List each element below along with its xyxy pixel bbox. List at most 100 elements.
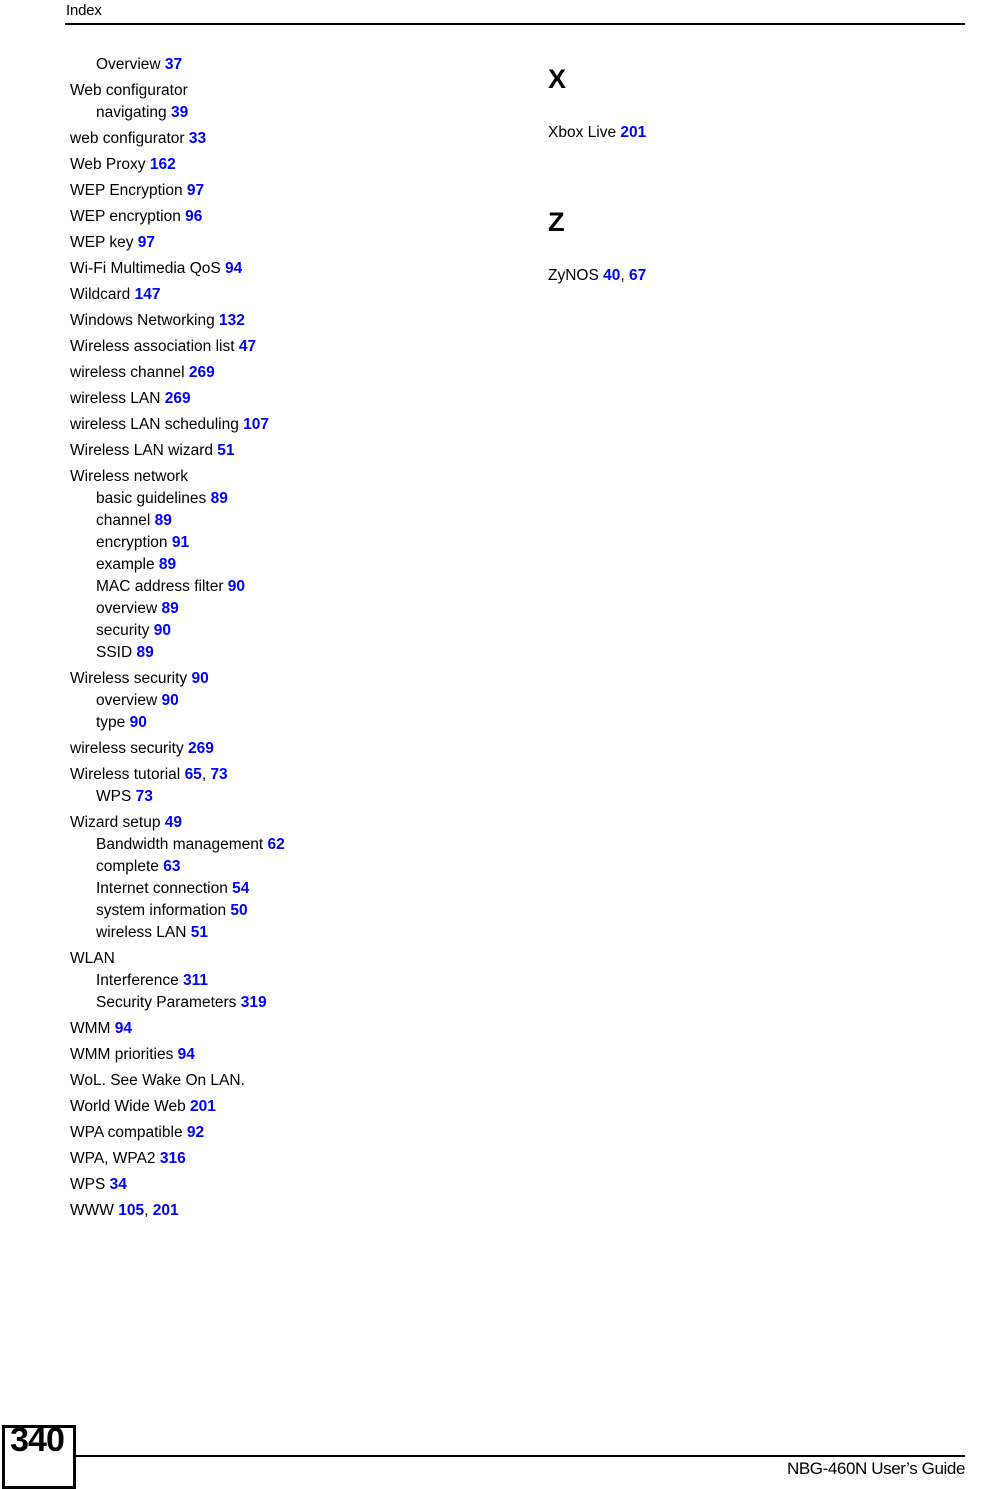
index-page-link[interactable]: 147 bbox=[135, 286, 161, 303]
index-entry: example 89 bbox=[70, 556, 510, 573]
index-page-link[interactable]: 34 bbox=[110, 1176, 127, 1193]
index-entry-label: Xbox Live bbox=[548, 124, 617, 141]
index-entry-label: WPA compatible bbox=[70, 1124, 183, 1141]
index-page-link[interactable]: 90 bbox=[228, 578, 245, 595]
index-entry-label: SSID bbox=[96, 644, 133, 661]
index-page-link[interactable]: 90 bbox=[161, 692, 178, 709]
index-entry-label: Wildcard bbox=[70, 286, 131, 303]
index-page-link[interactable]: 97 bbox=[187, 182, 204, 199]
index-page-link[interactable]: 91 bbox=[172, 534, 189, 551]
index-page-link[interactable]: 47 bbox=[239, 338, 256, 355]
index-entry: overview 89 bbox=[70, 600, 510, 617]
index-page-link[interactable]: 132 bbox=[219, 312, 245, 329]
index-page-link[interactable]: 201 bbox=[620, 124, 646, 141]
index-page-link[interactable]: 105 bbox=[118, 1202, 144, 1219]
index-entry-label: Web configurator bbox=[70, 82, 188, 99]
index-page-link[interactable]: 94 bbox=[178, 1046, 195, 1063]
index-page-link[interactable]: 90 bbox=[130, 714, 147, 731]
index-page-link[interactable]: 89 bbox=[211, 490, 228, 507]
index-page-link[interactable]: 50 bbox=[230, 902, 247, 919]
index-entry: system information 50 bbox=[70, 902, 510, 919]
index-page-link[interactable]: 89 bbox=[137, 644, 154, 661]
index-entry-label: WEP key bbox=[70, 234, 134, 251]
index-entry-label: MAC address filter bbox=[96, 578, 224, 595]
index-entry-label: type bbox=[96, 714, 126, 731]
index-entry-label: Interference bbox=[96, 972, 179, 989]
index-page-link[interactable]: 162 bbox=[150, 156, 176, 173]
index-entry-label: basic guidelines bbox=[96, 490, 207, 507]
index-entry: basic guidelines 89 bbox=[70, 490, 510, 507]
index-entry: type 90 bbox=[70, 714, 510, 731]
index-entry-label: web configurator bbox=[70, 130, 185, 147]
index-entry: Internet connection 54 bbox=[70, 880, 510, 897]
index-entry: Security Parameters 319 bbox=[70, 994, 510, 1011]
index-page-link[interactable]: 65 bbox=[185, 766, 202, 783]
index-entry-label: overview bbox=[96, 600, 158, 617]
index-entry-label: overview bbox=[96, 692, 158, 709]
index-page-link[interactable]: 33 bbox=[189, 130, 206, 147]
index-page-link[interactable]: 319 bbox=[241, 994, 267, 1011]
index-page-link[interactable]: 51 bbox=[217, 442, 234, 459]
index-entry: WEP key 97 bbox=[70, 234, 510, 251]
index-entry: SSID 89 bbox=[70, 644, 510, 661]
index-page-link[interactable]: 89 bbox=[155, 512, 172, 529]
index-entry-label: wireless security bbox=[70, 740, 184, 757]
index-page-link[interactable]: 63 bbox=[163, 858, 180, 875]
index-entry: Bandwidth management 62 bbox=[70, 836, 510, 853]
index-entry-label: Wireless LAN wizard bbox=[70, 442, 213, 459]
index-entry: wireless channel 269 bbox=[70, 364, 510, 381]
index-page-link[interactable]: 67 bbox=[629, 267, 646, 284]
index-page-link[interactable]: 269 bbox=[188, 740, 214, 757]
index-page-link[interactable]: 73 bbox=[136, 788, 153, 805]
index-page-link[interactable]: 89 bbox=[159, 556, 176, 573]
index-page-link[interactable]: 92 bbox=[187, 1124, 204, 1141]
index-entry-label: WMM priorities bbox=[70, 1046, 174, 1063]
header-divider bbox=[65, 23, 965, 25]
index-entry-label: Bandwidth management bbox=[96, 836, 264, 853]
index-page-link[interactable]: 269 bbox=[165, 390, 191, 407]
index-page-link[interactable]: 90 bbox=[154, 622, 171, 639]
index-entry: navigating 39 bbox=[70, 104, 510, 121]
index-entry-label: example bbox=[96, 556, 155, 573]
index-entry: complete 63 bbox=[70, 858, 510, 875]
index-page-link[interactable]: 62 bbox=[267, 836, 284, 853]
index-page-link[interactable]: 96 bbox=[185, 208, 202, 225]
index-page-link[interactable]: 316 bbox=[160, 1150, 186, 1167]
index-page-link[interactable]: 311 bbox=[183, 972, 208, 989]
index-entry: Windows Networking 132 bbox=[70, 312, 510, 329]
index-page-link[interactable]: 97 bbox=[138, 234, 155, 251]
index-entry: Wi-Fi Multimedia QoS 94 bbox=[70, 260, 510, 277]
index-entry-label: WWW bbox=[70, 1202, 114, 1219]
index-entry: Interference 311 bbox=[70, 972, 510, 989]
index-entry-label: wireless LAN bbox=[70, 390, 161, 407]
index-page-link[interactable]: 39 bbox=[171, 104, 188, 121]
index-page-link[interactable]: 89 bbox=[161, 600, 178, 617]
index-entry-label: Web Proxy bbox=[70, 156, 146, 173]
index-page-link[interactable]: 49 bbox=[165, 814, 182, 831]
index-entry: Wireless network bbox=[70, 468, 510, 485]
index-entry: Xbox Live 201 bbox=[548, 124, 948, 141]
page-title: Index bbox=[66, 2, 102, 19]
index-page-link[interactable]: 73 bbox=[210, 766, 227, 783]
index-entry-label: system information bbox=[96, 902, 227, 919]
index-page-link[interactable]: 54 bbox=[232, 880, 249, 897]
index-page-link[interactable]: 37 bbox=[165, 56, 182, 73]
index-page-link[interactable]: 94 bbox=[115, 1020, 132, 1037]
index-entry: security 90 bbox=[70, 622, 510, 639]
index-entry-label: WPS bbox=[96, 788, 132, 805]
index-page-link[interactable]: 40 bbox=[603, 267, 620, 284]
page-separator: , bbox=[201, 766, 207, 783]
index-page-link[interactable]: 269 bbox=[189, 364, 215, 381]
index-page-link[interactable]: 201 bbox=[153, 1202, 179, 1219]
index-entry: overview 90 bbox=[70, 692, 510, 709]
index-entry-label: Overview bbox=[96, 56, 161, 73]
index-page-link[interactable]: 94 bbox=[225, 260, 242, 277]
index-entry: Overview 37 bbox=[70, 56, 510, 73]
index-entry-label: Wireless network bbox=[70, 468, 188, 485]
index-page-link[interactable]: 51 bbox=[191, 924, 208, 941]
index-entry-label: Wizard setup bbox=[70, 814, 161, 831]
index-page-link[interactable]: 90 bbox=[191, 670, 208, 687]
index-page-link[interactable]: 107 bbox=[243, 416, 269, 433]
index-page-link[interactable]: 201 bbox=[190, 1098, 216, 1115]
index-entry: WPA compatible 92 bbox=[70, 1124, 510, 1141]
